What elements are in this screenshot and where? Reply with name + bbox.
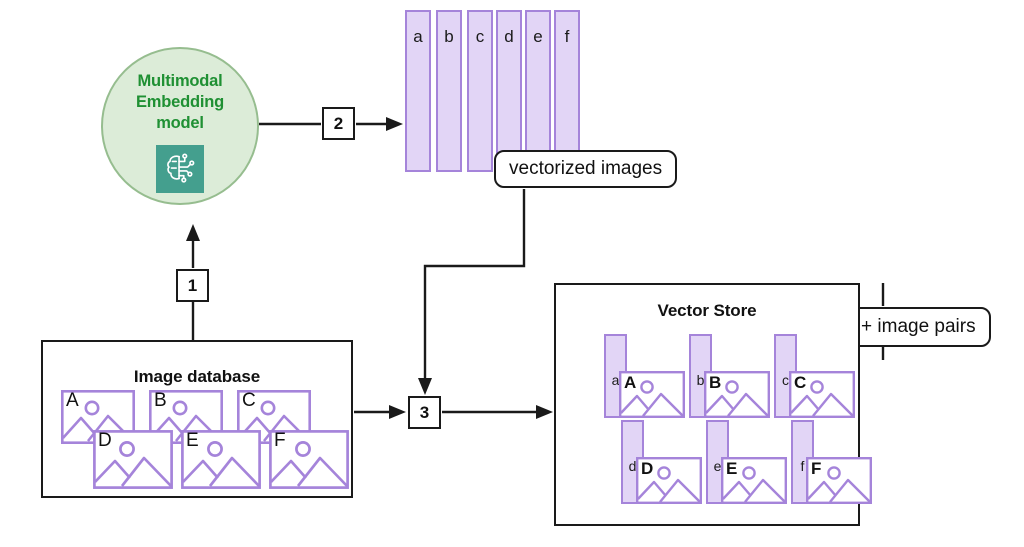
vector-bar-d: d	[496, 10, 522, 162]
vector-store-title: Vector Store	[657, 301, 757, 320]
store-image-F: F	[806, 457, 872, 504]
model-title: Multimodal Embedding model	[136, 71, 224, 134]
brain-circuit-icon	[156, 145, 204, 194]
image-database-title: Image database	[133, 367, 261, 386]
arrowhead-step3-to-store	[536, 405, 553, 419]
arrowhead-callout-to-step3	[418, 378, 432, 395]
store-image-D: D	[636, 457, 702, 504]
store-image-label-A: A	[624, 373, 637, 392]
db-image-label-C: C	[242, 390, 256, 411]
db-image-D: D	[93, 430, 173, 489]
store-image-B: B	[704, 371, 770, 418]
store-image-label-F: F	[811, 459, 822, 478]
vector-bar-b: b	[436, 10, 462, 172]
arrowhead-to-bars	[386, 117, 403, 131]
store-image-E: E	[721, 457, 787, 504]
store-image-label-C: C	[794, 373, 807, 392]
step-box-1[interactable]: 1	[176, 269, 209, 302]
vector-store-panel: Vector Store a A b B c C d D e E f F	[554, 283, 872, 526]
callout-vectorized-images: vectorized images	[494, 150, 678, 188]
image-database-panel: Image database A B C D E F	[41, 340, 353, 498]
store-image-label-E: E	[726, 459, 738, 478]
db-image-label-A: A	[66, 390, 79, 411]
model-title-line2: Embedding	[135, 93, 225, 112]
db-image-label-E: E	[186, 430, 199, 451]
model-title-line3: model	[156, 114, 204, 133]
db-image-E: E	[181, 430, 261, 489]
vector-bar-a: a	[405, 10, 431, 172]
step-box-3[interactable]: 3	[408, 396, 441, 429]
db-image-label-F: F	[274, 430, 286, 451]
model-title-line1: Multimodal	[137, 72, 223, 90]
store-image-C: C	[789, 371, 855, 418]
vector-bar-label-a: a	[413, 27, 423, 46]
vector-bar-label-d: d	[504, 27, 514, 46]
db-image-label-D: D	[98, 430, 112, 451]
vector-bar-e: e	[525, 10, 551, 162]
multimodal-embedding-model: Multimodal Embedding model	[101, 47, 259, 205]
step-box-2[interactable]: 2	[322, 107, 355, 140]
arrowhead-to-model	[186, 224, 200, 241]
vector-bar-label-c: c	[475, 27, 485, 46]
store-image-label-D: D	[641, 459, 654, 478]
arrowhead-db-to-step3	[389, 405, 406, 419]
connector-callout-to-step3	[423, 189, 526, 381]
store-image-label-B: B	[709, 373, 722, 392]
vector-bar-label-f: f	[564, 27, 570, 46]
vector-bar-label-e: e	[533, 27, 543, 46]
db-image-F: F	[269, 430, 349, 489]
db-image-label-B: B	[154, 390, 167, 411]
vector-bar-label-b: b	[444, 27, 454, 46]
diagram-canvas: Multimodal Embedding model 1 2 3 a b c d…	[0, 0, 1024, 547]
store-image-A: A	[619, 371, 685, 418]
vector-bar-f: f	[554, 10, 580, 162]
vector-bar-c: c	[467, 10, 493, 172]
